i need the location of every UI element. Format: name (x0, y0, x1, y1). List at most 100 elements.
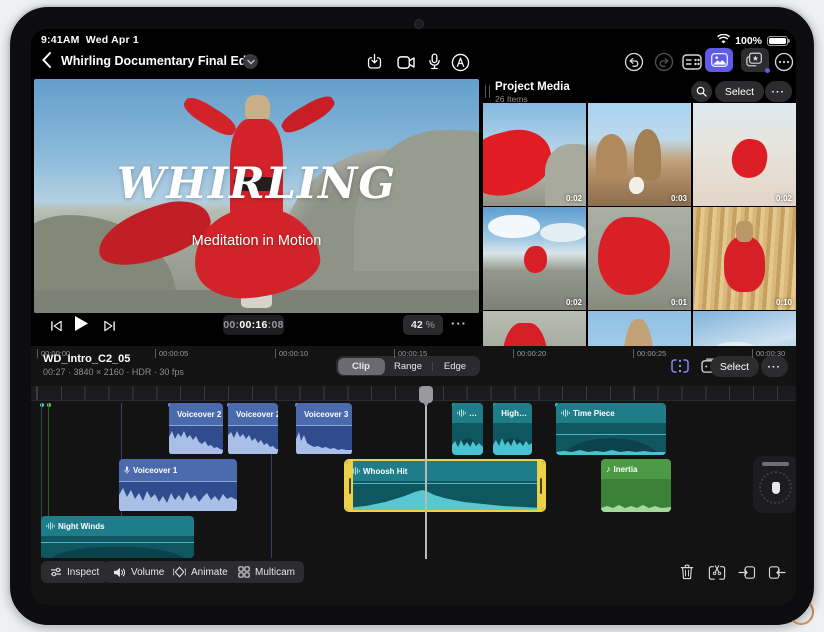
zoom-value: 42 (410, 319, 423, 331)
project-title: Whirling Documentary Final Edit (61, 54, 255, 68)
inspect-label: Inspect (67, 566, 100, 578)
clip-duration: 0:03 (670, 194, 687, 203)
multicam-button[interactable]: Multicam (229, 561, 305, 583)
animate-button[interactable]: Animate (164, 561, 237, 583)
thumb-dancer-red (728, 136, 771, 181)
media-thumb-8[interactable] (588, 311, 691, 346)
volume-button[interactable]: Volume (104, 561, 174, 583)
dancer-arm-right (277, 91, 338, 137)
ruler-label: 00:00:15 (394, 349, 427, 358)
stage: 9:41AM Wed Apr 1 100% Whirling Documenta… (0, 0, 824, 632)
header-more-icon[interactable] (773, 51, 795, 73)
jog-dial[interactable] (759, 471, 792, 504)
wifi-icon (717, 33, 731, 47)
dancer-hat (245, 95, 270, 122)
thumb-hat (736, 221, 753, 242)
mode-range[interactable]: Range (385, 358, 432, 375)
camera-icon[interactable] (395, 51, 417, 73)
clip-duration: 0:02 (565, 194, 582, 203)
delete-clip-icon[interactable] (676, 562, 698, 582)
clip-voiceover2-b[interactable]: Voiceover 2 (228, 403, 278, 455)
clip-sfx-small[interactable]: … (452, 403, 483, 455)
media-select-button[interactable]: Select (714, 81, 764, 102)
clip-whoosh-hit-selected[interactable]: Whoosh Hit (344, 459, 546, 512)
redo-icon[interactable] (653, 51, 675, 73)
viewer-zoom-control[interactable]: 42 % (403, 315, 443, 335)
ipad-bezel: 9:41AM Wed Apr 1 100% Whirling Documenta… (8, 5, 816, 627)
connect-clips-icon[interactable] (669, 356, 691, 376)
effects-star-icon[interactable] (741, 48, 770, 73)
clip-night-winds[interactable]: Night Winds (41, 516, 194, 558)
playhead-line[interactable] (425, 399, 427, 559)
media-thumb-9[interactable] (693, 311, 796, 346)
clip-duration: 0:10 (775, 298, 792, 307)
battery-percent: 100% (735, 34, 762, 47)
timecode-hours: 00: (223, 319, 240, 331)
connect-clip-icon[interactable] (766, 562, 788, 582)
media-browser-button-active[interactable] (705, 48, 733, 72)
clip-duration: 0:01 (670, 298, 687, 307)
clip-label: Inertia (613, 464, 638, 474)
media-panel-title: Project Media (495, 81, 570, 93)
pencil-tools-icon[interactable] (449, 51, 471, 73)
clock: 9:41AM (41, 34, 80, 46)
skip-to-end-icon[interactable] (99, 317, 119, 335)
clip-label: Voiceover 1 (133, 465, 178, 475)
microphone-icon[interactable] (423, 51, 445, 73)
media-thumb-2[interactable]: 0:03 (588, 103, 691, 206)
title-chevron-down-icon[interactable] (243, 54, 258, 69)
media-thumb-5[interactable]: 0:01 (588, 207, 691, 310)
clip-time-piece[interactable]: Time Piece (556, 403, 666, 455)
clip-voiceover3[interactable]: Voiceover 3 (296, 403, 352, 455)
thumb-figure-white (629, 177, 644, 194)
skip-to-start-icon[interactable] (46, 317, 66, 335)
front-camera (414, 19, 424, 29)
media-search-button[interactable] (691, 81, 712, 102)
media-thumb-6[interactable]: 0:10 (693, 207, 796, 310)
trim-handle-right[interactable] (537, 461, 544, 510)
multicam-icon (238, 566, 250, 578)
undo-icon[interactable] (623, 51, 645, 73)
split-clip-icon[interactable] (706, 562, 728, 582)
clip-voiceover1[interactable]: Voiceover 1 (119, 459, 237, 512)
bezel-reflection (788, 599, 814, 625)
panel-drag-handle[interactable] (485, 85, 490, 98)
viewer-more-button[interactable]: ··· (451, 316, 467, 331)
clip-label: Voiceover 3 (304, 409, 349, 419)
clip-high[interactable]: High… (493, 403, 532, 455)
volume-icon (114, 567, 126, 577)
media-thumb-7[interactable] (483, 311, 586, 346)
jog-wheel-panel[interactable] (753, 456, 796, 513)
play-button[interactable] (71, 314, 91, 332)
insert-clip-icon[interactable] (736, 562, 758, 582)
media-more-button[interactable]: ··· (764, 81, 792, 102)
ruler-label: 00:00:10 (275, 349, 308, 358)
ruler-label: 00:00:00 (37, 349, 70, 358)
jog-grab-bar[interactable] (762, 462, 789, 466)
back-button[interactable] (41, 51, 59, 71)
timeline-ruler[interactable] (31, 386, 796, 401)
media-thumb-4[interactable]: 0:02 (483, 207, 586, 310)
edit-mode-segmented-control: Clip Range Edge (336, 356, 480, 376)
timeline-more-button[interactable]: ··· (760, 356, 788, 377)
mode-edge[interactable]: Edge (431, 358, 479, 375)
media-thumb-1[interactable]: 0:02 (483, 103, 586, 206)
playhead-handle[interactable] (419, 386, 433, 407)
clip-voiceover2-a[interactable]: Voiceover 2 (169, 403, 223, 455)
dancer-arm-left (180, 93, 240, 140)
viewer[interactable]: WHIRLING Meditation in Motion (34, 79, 479, 313)
clip-label: Voiceover 2 (177, 409, 222, 419)
media-thumb-3[interactable]: 0:02 (693, 103, 796, 206)
status-bar-right: 100% (717, 33, 790, 47)
timecode-display[interactable]: 00: 00:16:08 (223, 315, 284, 335)
mode-clip[interactable]: Clip (337, 357, 385, 375)
browser-panel-icon[interactable] (681, 51, 703, 73)
clip-inertia[interactable]: ♪ Inertia (601, 459, 671, 512)
trim-handle-left[interactable] (346, 461, 353, 510)
timeline-select-button[interactable]: Select (709, 356, 759, 377)
clip-label: Voiceover 2 (236, 409, 278, 419)
clip-label: Night Winds (58, 521, 105, 531)
export-icon[interactable] (363, 51, 385, 73)
inspect-button[interactable]: Inspect (41, 561, 109, 583)
preview-subtitle-text: Meditation in Motion (191, 233, 322, 250)
